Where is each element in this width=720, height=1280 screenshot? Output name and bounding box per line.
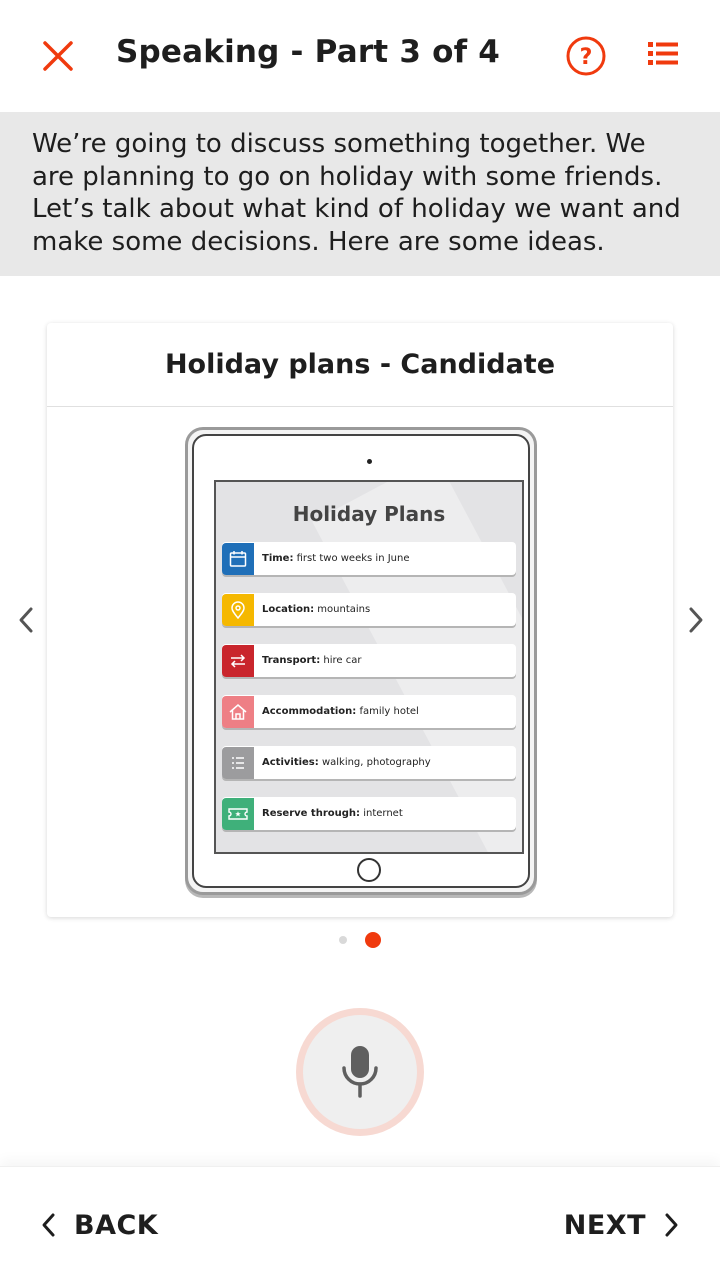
plan-item-label: Location: [262, 604, 315, 615]
card-title: Holiday plans - Candidate [47, 323, 673, 407]
plan-item-time: Time: first two weeks in June [222, 542, 516, 575]
plan-item-label: Time: [262, 553, 294, 564]
plan-item-location: Location: mountains [222, 593, 516, 626]
next-slide-button[interactable] [678, 600, 714, 640]
chevron-right-icon [665, 1213, 678, 1237]
back-button[interactable]: BACK [40, 1203, 158, 1247]
record-button[interactable] [296, 1008, 424, 1136]
calendar-icon [222, 542, 254, 575]
list-icon [222, 746, 254, 779]
back-button-label: BACK [74, 1209, 159, 1241]
location-pin-icon [222, 593, 254, 626]
plan-item-value: family hotel [356, 706, 419, 717]
record-button-inner [303, 1015, 417, 1129]
screen-title: Holiday Plans [292, 502, 446, 526]
tablet-frame: Holiday Plans Time: first two weeks in J… [192, 434, 530, 888]
ticket-icon [222, 797, 254, 830]
plan-item-value: mountains [314, 604, 371, 615]
previous-slide-button[interactable] [8, 600, 44, 640]
chevron-left-icon [19, 607, 33, 633]
plan-item-accommodation: Accommodation: family hotel [222, 695, 516, 728]
plan-item-transport: Transport: hire car [222, 644, 516, 677]
next-button[interactable]: NEXT [564, 1203, 680, 1247]
instructions-panel: We’re going to discuss something togethe… [0, 112, 720, 276]
microphone-icon [342, 1046, 378, 1098]
help-button[interactable]: ? [562, 32, 610, 80]
tablet-illustration: Holiday Plans Time: first two weeks in J… [185, 427, 537, 895]
tablet-camera [367, 459, 372, 464]
close-icon [43, 41, 73, 71]
plan-item-label: Accommodation: [262, 706, 357, 717]
tablet-home-button [357, 858, 381, 882]
plan-item-value: hire car [320, 655, 362, 666]
list-icon [648, 42, 678, 65]
transfer-arrows-icon [222, 644, 254, 677]
plan-item-label: Reserve through: [262, 808, 361, 819]
task-card: Holiday plans - Candidate Holiday Plans … [47, 323, 673, 917]
page-dot-1[interactable] [339, 936, 347, 944]
close-button[interactable] [30, 28, 86, 84]
menu-list-button[interactable] [640, 32, 688, 80]
page-dot-2-active[interactable] [365, 932, 381, 948]
instructions-text: We’re going to discuss something togethe… [32, 129, 681, 257]
chevron-right-icon [689, 607, 703, 633]
plan-item-activities: Activities: walking, photography [222, 746, 516, 779]
header: Speaking - Part 3 of 4 ? [0, 0, 720, 112]
plan-item-label: Activities: [262, 757, 319, 768]
plan-item-value: internet [360, 808, 403, 819]
footer-nav: BACK NEXT [0, 1166, 720, 1280]
page-title: Speaking - Part 3 of 4 [116, 34, 501, 70]
help-icon: ? [566, 36, 606, 76]
house-icon [222, 695, 254, 728]
plan-item-label: Transport: [262, 655, 321, 666]
svg-text:?: ? [580, 45, 593, 70]
chevron-left-icon [42, 1213, 55, 1237]
pagination-dots [0, 930, 720, 950]
plan-item-reserve: Reserve through: internet [222, 797, 516, 830]
next-button-label: NEXT [563, 1209, 646, 1241]
tablet-screen: Holiday Plans Time: first two weeks in J… [214, 480, 524, 854]
plan-item-value: walking, photography [318, 757, 431, 768]
plan-item-value: first two weeks in June [293, 553, 410, 564]
